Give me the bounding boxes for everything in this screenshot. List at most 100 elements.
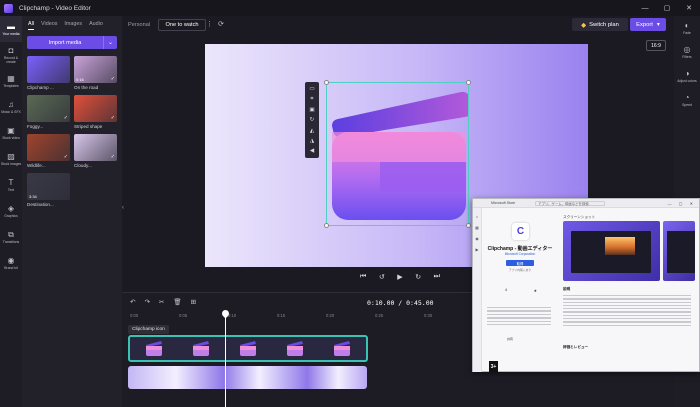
store-window-controls[interactable]: — ▢ ✕ bbox=[668, 201, 696, 206]
media-thumbnail[interactable]: 0:16 ✓ bbox=[74, 56, 117, 83]
rail-item-label: Text bbox=[7, 188, 15, 192]
media-item[interactable]: ✓ Striped shape bbox=[74, 95, 117, 131]
rail-item-image[interactable]: ▨ Stock images bbox=[0, 146, 22, 172]
breadcrumb[interactable]: Personal bbox=[128, 22, 150, 28]
rail-item-text[interactable]: T Text bbox=[0, 172, 22, 198]
tab-all[interactable]: All bbox=[28, 21, 34, 30]
maximize-button[interactable]: ▢ bbox=[656, 0, 678, 16]
media-item[interactable]: Clipchamp ... bbox=[27, 56, 70, 92]
floating-edit-toolbar: ▭ ⌗ ▣ ↻ ◭ ◮ ◀ bbox=[305, 82, 319, 158]
rail-item-folder[interactable]: ▬ Your media bbox=[0, 16, 22, 42]
music-icon: ♫ bbox=[8, 100, 14, 109]
rotate-icon[interactable]: ↻ bbox=[310, 117, 315, 123]
media-thumbnail[interactable]: ✓ bbox=[27, 95, 70, 122]
clip-frame-thumbnail bbox=[144, 340, 164, 357]
import-media-label[interactable]: Import media bbox=[27, 36, 104, 49]
import-media-button[interactable]: Import media ⌄ bbox=[27, 36, 117, 49]
flip-vertical-icon[interactable]: ◮ bbox=[310, 138, 314, 144]
sync-icon[interactable]: ⟳ bbox=[218, 20, 224, 28]
reviews-heading: 評価とレビュー bbox=[563, 345, 589, 349]
media-caption: Striped shape bbox=[74, 124, 103, 129]
delete-icon[interactable]: 🗑 bbox=[173, 298, 181, 306]
rail-item-transitions[interactable]: ⧉ Transitions bbox=[0, 224, 22, 250]
screenshot-1[interactable] bbox=[563, 221, 660, 281]
skip-back-icon[interactable]: ⏮ bbox=[360, 273, 366, 281]
crop-icon[interactable]: ⌗ bbox=[310, 96, 313, 103]
media-thumbnail[interactable]: ✓ bbox=[27, 134, 70, 161]
collapse-panel-handle[interactable]: ‹ bbox=[122, 205, 127, 217]
rail-item-filters[interactable]: ◎ Filters bbox=[674, 40, 700, 64]
media-item[interactable]: ✓ Cloudy... bbox=[74, 134, 117, 170]
tab-images[interactable]: Images bbox=[64, 21, 82, 30]
media-item[interactable]: 0:16 ✓ On the road bbox=[74, 56, 117, 92]
games-icon[interactable]: ◉ bbox=[473, 236, 481, 241]
resize-handle[interactable] bbox=[466, 80, 471, 85]
minimize-button[interactable]: — bbox=[634, 0, 656, 16]
movies-icon[interactable]: ▶ bbox=[473, 247, 481, 252]
media-item[interactable]: 3:34 Destination... bbox=[27, 173, 70, 209]
clip-clipchamp-icon[interactable] bbox=[128, 335, 368, 362]
clip-background-gradient[interactable] bbox=[128, 366, 367, 389]
close-button[interactable]: ✕ bbox=[678, 0, 700, 16]
rail-item-templates[interactable]: ▦ Templates bbox=[0, 68, 22, 94]
media-thumbnail[interactable]: ✓ bbox=[74, 134, 117, 161]
rail-item-speed[interactable]: ◔ Speed bbox=[674, 88, 700, 112]
media-thumbnail[interactable] bbox=[27, 56, 70, 83]
media-thumbnail[interactable]: ✓ bbox=[74, 95, 117, 122]
rail-item-label: Stock images bbox=[0, 162, 22, 166]
home-icon[interactable]: ⌂ bbox=[473, 214, 481, 219]
rail-item-graphics[interactable]: ◈ Graphics bbox=[0, 198, 22, 224]
timeline-tools: ↶ ↷ ✂ 🗑 ⊞ bbox=[130, 298, 196, 306]
flip-icon[interactable]: ◭ bbox=[310, 128, 314, 134]
switch-plan-button[interactable]: ◆ Switch plan bbox=[572, 18, 628, 31]
resize-handle[interactable] bbox=[466, 223, 471, 228]
store-app-name: Clipchamp - 動画エディター bbox=[487, 246, 553, 252]
rail-item-fade[interactable]: ◐ Fade bbox=[674, 16, 700, 40]
undo-icon[interactable]: ↶ bbox=[130, 298, 135, 306]
project-name-field[interactable]: One to watch bbox=[158, 19, 206, 31]
store-share-button[interactable]: 共有 bbox=[507, 337, 513, 341]
selection-box[interactable] bbox=[326, 82, 469, 226]
split-icon[interactable]: ✂ bbox=[159, 298, 164, 306]
rail-item-camera[interactable]: ◘ Record & create bbox=[0, 42, 22, 68]
chevron-down-icon[interactable]: ⌄ bbox=[104, 36, 117, 49]
apps-icon[interactable]: ▦ bbox=[473, 225, 481, 230]
more-options-icon[interactable]: ⋮ bbox=[206, 20, 213, 28]
media-item[interactable]: ✓ Foggy... bbox=[27, 95, 70, 131]
speed-icon: ◔ bbox=[684, 93, 690, 102]
tab-audio[interactable]: Audio bbox=[89, 21, 103, 30]
screenshot-2[interactable] bbox=[663, 221, 695, 281]
play-icon[interactable]: ▶ bbox=[397, 273, 402, 281]
store-screenshots[interactable] bbox=[563, 221, 695, 281]
skip-forward-icon[interactable]: ⏭ bbox=[434, 273, 440, 281]
window-controls: — ▢ ✕ bbox=[634, 0, 700, 16]
resize-handle[interactable] bbox=[324, 223, 329, 228]
fit-icon[interactable]: ▭ bbox=[309, 86, 314, 92]
rail-item-music[interactable]: ♫ Music & SFX bbox=[0, 94, 22, 120]
store-publisher-link[interactable]: Microsoft Corporation bbox=[485, 252, 555, 256]
rail-item-film[interactable]: ▣ Stock video bbox=[0, 120, 22, 146]
rewind-5-icon[interactable]: ↺ bbox=[379, 273, 385, 281]
forward-5-icon[interactable]: ↻ bbox=[415, 273, 421, 281]
resize-handle[interactable] bbox=[324, 80, 329, 85]
transitions-icon: ⧉ bbox=[8, 230, 14, 239]
microsoft-store-window: Microsoft Store アプリ、ゲーム、映画などを検索 — ▢ ✕ ⌂ … bbox=[472, 198, 700, 372]
playhead[interactable] bbox=[225, 313, 226, 407]
left-nav-rail: ▬ Your media ◘ Record & create ▦ Templates ♫ Mu… bbox=[0, 16, 22, 407]
store-get-button[interactable]: 取得 bbox=[506, 260, 534, 266]
redo-icon[interactable]: ↷ bbox=[144, 298, 149, 306]
store-app-summary: C Clipchamp - 動画エディター Microsoft Corporat… bbox=[483, 209, 555, 372]
audio-icon[interactable]: ◀ bbox=[310, 148, 314, 154]
media-item[interactable]: ✓ Wildlife... bbox=[27, 134, 70, 170]
export-button[interactable]: Export ▾ bbox=[630, 18, 666, 31]
tab-videos[interactable]: Videos bbox=[41, 21, 57, 30]
pip-icon[interactable]: ▣ bbox=[309, 107, 314, 113]
store-search-input[interactable]: アプリ、ゲーム、映画などを検索 bbox=[535, 200, 606, 206]
rail-item-label: Filters bbox=[682, 55, 692, 59]
media-thumbnail[interactable]: 3:34 bbox=[27, 173, 70, 200]
rail-item-adjust-colors[interactable]: ◑ Adjust colors bbox=[674, 64, 700, 88]
checkmark-icon: ✓ bbox=[110, 115, 115, 121]
add-track-icon[interactable]: ⊞ bbox=[191, 298, 196, 306]
rail-item-brand[interactable]: ◉ Brand kit bbox=[0, 250, 22, 276]
aspect-ratio-button[interactable]: 16:9 bbox=[646, 40, 666, 51]
